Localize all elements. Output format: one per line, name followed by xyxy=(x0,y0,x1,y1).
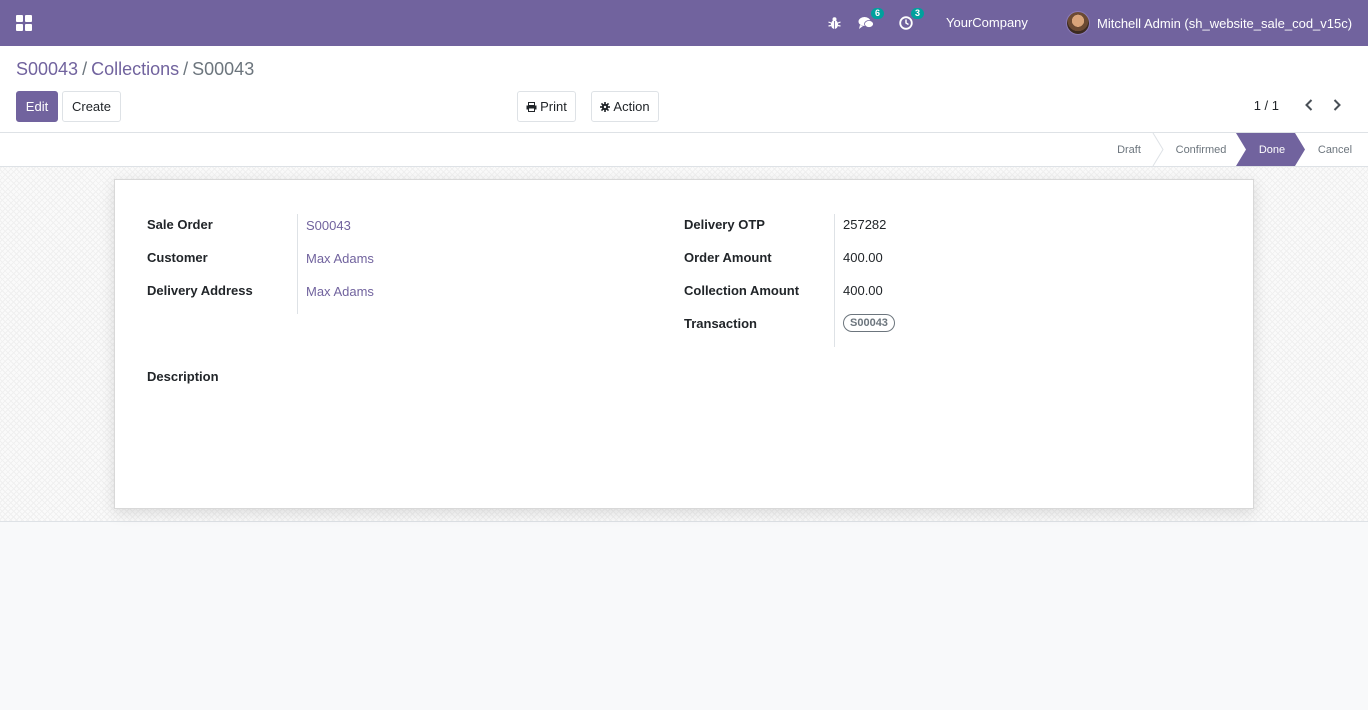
messages-badge: 6 xyxy=(870,8,884,19)
stage-confirmed[interactable]: Confirmed xyxy=(1164,133,1238,166)
chat-icon-svg xyxy=(858,17,874,29)
print-button[interactable]: Print xyxy=(517,91,576,122)
pager-value[interactable]: 1 / 1 xyxy=(1254,98,1279,113)
sale-order-link[interactable]: S00043 xyxy=(306,218,351,233)
print-icon xyxy=(526,101,537,112)
stage-separator xyxy=(1152,133,1164,166)
breadcrumb-item-collections[interactable]: Collections xyxy=(91,59,179,80)
stage-draft[interactable]: Draft xyxy=(1104,133,1154,166)
control-panel: S00043 / Collections / S00043 Edit Creat… xyxy=(0,46,1368,133)
bug-icon-svg xyxy=(827,17,841,29)
delivery-address-link[interactable]: Max Adams xyxy=(306,284,374,299)
clock-icon[interactable]: 3 xyxy=(898,8,924,31)
activities-badge: 3 xyxy=(910,8,924,19)
pager-next-button[interactable] xyxy=(1329,96,1345,114)
breadcrumb-item-sale-order[interactable]: S00043 xyxy=(16,59,78,80)
gear-icon xyxy=(600,101,611,112)
transaction-tag[interactable]: S00043 xyxy=(843,314,895,332)
bug-icon[interactable] xyxy=(826,15,842,31)
top-navbar: 6 3 YourCompany Mitchell Admin (sh_websi… xyxy=(0,0,1368,46)
edit-button[interactable]: Edit xyxy=(16,91,58,122)
company-switcher[interactable]: YourCompany xyxy=(946,15,1028,30)
form-sheet: Sale Order Customer Delivery Address S00… xyxy=(114,179,1254,509)
chevron-right-icon xyxy=(1333,99,1341,111)
create-button[interactable]: Create xyxy=(62,91,121,122)
delivery-otp-value: 257282 xyxy=(843,217,887,232)
action-label: Action xyxy=(613,99,650,114)
statusbar: Draft Confirmed Done Cancel xyxy=(0,133,1368,167)
sale-order-label: Sale Order xyxy=(147,217,213,232)
breadcrumb: S00043 / Collections / S00043 xyxy=(16,59,254,80)
chat-icon[interactable]: 6 xyxy=(858,8,884,31)
breadcrumb-separator: / xyxy=(82,59,88,79)
stage-done[interactable]: Done xyxy=(1246,133,1298,166)
user-menu[interactable]: Mitchell Admin (sh_website_sale_cod_v15c… xyxy=(1066,11,1352,35)
breadcrumb-separator: / xyxy=(183,59,189,79)
print-label: Print xyxy=(540,99,567,114)
description-label: Description xyxy=(147,369,219,384)
action-button[interactable]: Action xyxy=(591,91,659,122)
order-amount-label: Order Amount xyxy=(684,250,772,265)
customer-label: Customer xyxy=(147,250,208,265)
breadcrumb-current: S00043 xyxy=(192,59,255,79)
transaction-label: Transaction xyxy=(684,316,757,331)
user-name: Mitchell Admin (sh_website_sale_cod_v15c… xyxy=(1097,15,1353,31)
pager-previous-button[interactable] xyxy=(1301,96,1317,114)
chevron-left-icon xyxy=(1305,99,1313,111)
stage-cancel[interactable]: Cancel xyxy=(1310,133,1360,166)
collection-amount-value: 400.00 xyxy=(843,283,883,298)
field-divider xyxy=(834,214,835,347)
avatar xyxy=(1066,11,1090,35)
order-amount-value: 400.00 xyxy=(843,250,883,265)
field-divider xyxy=(297,214,298,314)
delivery-otp-label: Delivery OTP xyxy=(684,217,765,232)
customer-link[interactable]: Max Adams xyxy=(306,251,374,266)
apps-icon[interactable] xyxy=(16,15,32,31)
delivery-address-label: Delivery Address xyxy=(147,283,253,298)
collection-amount-label: Collection Amount xyxy=(684,283,800,298)
clock-icon-svg xyxy=(899,16,913,30)
